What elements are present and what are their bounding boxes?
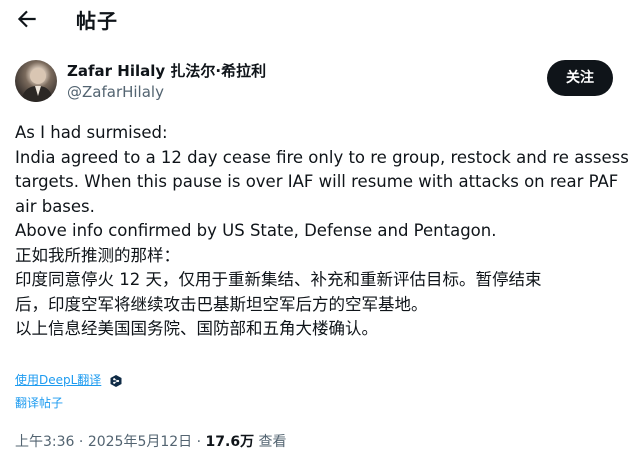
author-display-name[interactable]: Zafar Hilaly 扎法尔·希拉利 (67, 60, 266, 81)
post-text-line: Above info confirmed by US State, Defens… (15, 221, 497, 240)
meta-separator: · (196, 434, 202, 450)
back-arrow-icon[interactable] (14, 6, 40, 32)
post-text-line: targets. When this pause is over IAF wil… (15, 172, 619, 191)
views-label: 查看 (258, 434, 287, 450)
post-text: As I had surmised: India agreed to a 12 … (15, 121, 630, 342)
post-metadata: 上午3:36 · 2025年5月12日 · 17.6万 查看 (15, 431, 287, 451)
post-text-line: air bases. (15, 196, 95, 216)
deepl-logo-icon (109, 373, 123, 387)
post-text-line: 正如我所推测的那样： (15, 245, 180, 265)
page-title: 帖子 (76, 9, 118, 33)
top-bar: 帖子 (0, 0, 640, 40)
translate-post-link[interactable]: 翻译帖子 (15, 394, 63, 411)
post-text-line: As I had surmised: (15, 123, 168, 142)
translate-with-deepl-link[interactable]: 使用DeepL翻译 (15, 373, 101, 387)
author-row: Zafar Hilaly 扎法尔·希拉利 @ZafarHilaly 关注 (15, 58, 625, 106)
author-handle[interactable]: @ZafarHilaly (67, 83, 164, 101)
meta-separator: · (78, 434, 84, 450)
views-count: 17.6万 (205, 434, 255, 450)
follow-button[interactable]: 关注 (547, 60, 613, 96)
post-text-line: India agreed to a 12 day cease fire only… (15, 147, 629, 167)
avatar[interactable] (15, 60, 57, 102)
post-date[interactable]: 2025年5月12日 (88, 434, 192, 450)
post-text-line: 印度同意停火 12 天，仅用于重新集结、补充和重新评估目标。暂停结束 (15, 270, 542, 289)
post-time[interactable]: 上午3:36 (15, 434, 74, 450)
post-text-line: 后，印度空军将继续攻击巴基斯坦空军后方的空军基地。 (15, 294, 428, 314)
translation-provider-row: 使用DeepL翻译 (15, 369, 123, 387)
post-text-line: 以上信息经美国国务院、国防部和五角大楼确认。 (15, 319, 378, 338)
